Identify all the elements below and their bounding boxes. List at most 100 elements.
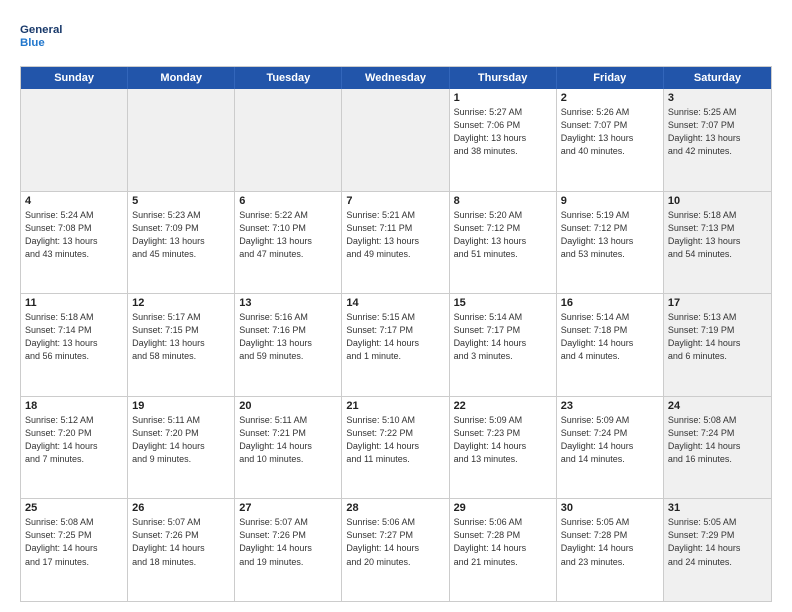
day-info: Sunrise: 5:19 AM Sunset: 7:12 PM Dayligh… [561,209,659,261]
cal-cell-2-6: 9 Sunrise: 5:19 AM Sunset: 7:12 PM Daylig… [557,192,664,294]
day-number: 9 [561,195,659,207]
cal-cell-5-7: 31 Sunrise: 5:05 AM Sunset: 7:29 PM Dayli… [664,499,771,601]
logo: General Blue [20,16,70,56]
cal-cell-1-5: 1 Sunrise: 5:27 AM Sunset: 7:06 PM Daylig… [450,89,557,191]
cal-cell-3-4: 14 Sunrise: 5:15 AM Sunset: 7:17 PM Dayli… [342,294,449,396]
day-info: Sunrise: 5:06 AM Sunset: 7:28 PM Dayligh… [454,516,552,568]
day-number: 21 [346,400,444,412]
day-info: Sunrise: 5:08 AM Sunset: 7:25 PM Dayligh… [25,516,123,568]
cal-cell-2-7: 10 Sunrise: 5:18 AM Sunset: 7:13 PM Dayli… [664,192,771,294]
day-number: 18 [25,400,123,412]
day-number: 6 [239,195,337,207]
cal-cell-1-7: 3 Sunrise: 5:25 AM Sunset: 7:07 PM Daylig… [664,89,771,191]
day-number: 12 [132,297,230,309]
cal-week-1: 1 Sunrise: 5:27 AM Sunset: 7:06 PM Daylig… [21,89,771,192]
day-info: Sunrise: 5:18 AM Sunset: 7:13 PM Dayligh… [668,209,767,261]
cal-cell-3-6: 16 Sunrise: 5:14 AM Sunset: 7:18 PM Dayli… [557,294,664,396]
day-info: Sunrise: 5:15 AM Sunset: 7:17 PM Dayligh… [346,311,444,363]
cal-cell-4-2: 19 Sunrise: 5:11 AM Sunset: 7:20 PM Dayli… [128,397,235,499]
day-info: Sunrise: 5:09 AM Sunset: 7:23 PM Dayligh… [454,414,552,466]
cal-cell-4-4: 21 Sunrise: 5:10 AM Sunset: 7:22 PM Dayli… [342,397,449,499]
calendar: SundayMondayTuesdayWednesdayThursdayFrid… [20,66,772,602]
day-info: Sunrise: 5:09 AM Sunset: 7:24 PM Dayligh… [561,414,659,466]
cal-cell-5-5: 29Sunrise: 5:06 AM Sunset: 7:28 PM Dayli… [450,499,557,601]
cal-cell-3-2: 12 Sunrise: 5:17 AM Sunset: 7:15 PM Dayli… [128,294,235,396]
day-number: 25 [25,502,123,514]
cal-cell-5-1: 25 Sunrise: 5:08 AM Sunset: 7:25 PM Dayli… [21,499,128,601]
day-info: Sunrise: 5:12 AM Sunset: 7:20 PM Dayligh… [25,414,123,466]
logo-svg: General Blue [20,16,70,56]
header: General Blue [20,16,772,56]
day-info: Sunrise: 5:22 AM Sunset: 7:10 PM Dayligh… [239,209,337,261]
day-info: Sunrise: 5:21 AM Sunset: 7:11 PM Dayligh… [346,209,444,261]
day-number: 15 [454,297,552,309]
svg-text:General: General [20,24,62,36]
day-number: 10 [668,195,767,207]
day-number: 28 [346,502,444,514]
cal-cell-5-2: 26Sunrise: 5:07 AM Sunset: 7:26 PM Dayli… [128,499,235,601]
cal-cell-2-5: 8Sunrise: 5:20 AM Sunset: 7:12 PM Daylig… [450,192,557,294]
day-info: Sunrise: 5:18 AM Sunset: 7:14 PM Dayligh… [25,311,123,363]
day-number: 3 [668,92,767,104]
day-info: Sunrise: 5:14 AM Sunset: 7:18 PM Dayligh… [561,311,659,363]
page: General Blue SundayMondayTuesdayWednesda… [0,0,792,612]
cal-cell-1-6: 2Sunrise: 5:26 AM Sunset: 7:07 PM Daylig… [557,89,664,191]
day-info: Sunrise: 5:25 AM Sunset: 7:07 PM Dayligh… [668,106,767,158]
day-number: 31 [668,502,767,514]
cal-header-wednesday: Wednesday [342,67,449,89]
cal-header-friday: Friday [557,67,664,89]
day-number: 4 [25,195,123,207]
day-info: Sunrise: 5:14 AM Sunset: 7:17 PM Dayligh… [454,311,552,363]
day-number: 16 [561,297,659,309]
calendar-header: SundayMondayTuesdayWednesdayThursdayFrid… [21,67,771,89]
day-info: Sunrise: 5:11 AM Sunset: 7:21 PM Dayligh… [239,414,337,466]
day-info: Sunrise: 5:16 AM Sunset: 7:16 PM Dayligh… [239,311,337,363]
cal-week-4: 18 Sunrise: 5:12 AM Sunset: 7:20 PM Dayli… [21,397,771,500]
day-number: 7 [346,195,444,207]
day-info: Sunrise: 5:17 AM Sunset: 7:15 PM Dayligh… [132,311,230,363]
day-info: Sunrise: 5:10 AM Sunset: 7:22 PM Dayligh… [346,414,444,466]
day-number: 23 [561,400,659,412]
day-number: 11 [25,297,123,309]
day-number: 8 [454,195,552,207]
day-info: Sunrise: 5:07 AM Sunset: 7:26 PM Dayligh… [239,516,337,568]
cal-cell-1-4 [342,89,449,191]
day-info: Sunrise: 5:06 AM Sunset: 7:27 PM Dayligh… [346,516,444,568]
cal-header-tuesday: Tuesday [235,67,342,89]
day-number: 17 [668,297,767,309]
cal-week-3: 11 Sunrise: 5:18 AM Sunset: 7:14 PM Dayli… [21,294,771,397]
cal-cell-4-3: 20 Sunrise: 5:11 AM Sunset: 7:21 PM Dayli… [235,397,342,499]
day-info: Sunrise: 5:08 AM Sunset: 7:24 PM Dayligh… [668,414,767,466]
day-number: 5 [132,195,230,207]
day-info: Sunrise: 5:05 AM Sunset: 7:29 PM Dayligh… [668,516,767,568]
cal-cell-1-1 [21,89,128,191]
cal-cell-4-1: 18 Sunrise: 5:12 AM Sunset: 7:20 PM Dayli… [21,397,128,499]
cal-cell-3-7: 17Sunrise: 5:13 AM Sunset: 7:19 PM Dayli… [664,294,771,396]
cal-header-monday: Monday [128,67,235,89]
day-number: 20 [239,400,337,412]
cal-cell-5-3: 27Sunrise: 5:07 AM Sunset: 7:26 PM Dayli… [235,499,342,601]
cal-header-saturday: Saturday [664,67,771,89]
day-info: Sunrise: 5:24 AM Sunset: 7:08 PM Dayligh… [25,209,123,261]
day-number: 13 [239,297,337,309]
cal-cell-4-7: 24 Sunrise: 5:08 AM Sunset: 7:24 PM Dayli… [664,397,771,499]
day-number: 14 [346,297,444,309]
day-info: Sunrise: 5:05 AM Sunset: 7:28 PM Dayligh… [561,516,659,568]
day-info: Sunrise: 5:26 AM Sunset: 7:07 PM Dayligh… [561,106,659,158]
day-number: 30 [561,502,659,514]
cal-header-sunday: Sunday [21,67,128,89]
day-info: Sunrise: 5:27 AM Sunset: 7:06 PM Dayligh… [454,106,552,158]
svg-text:Blue: Blue [20,37,45,49]
day-info: Sunrise: 5:11 AM Sunset: 7:20 PM Dayligh… [132,414,230,466]
cal-week-5: 25 Sunrise: 5:08 AM Sunset: 7:25 PM Dayli… [21,499,771,601]
day-number: 1 [454,92,552,104]
day-number: 19 [132,400,230,412]
cal-cell-1-3 [235,89,342,191]
cal-cell-1-2 [128,89,235,191]
cal-cell-2-2: 5Sunrise: 5:23 AM Sunset: 7:09 PM Daylig… [128,192,235,294]
cal-cell-4-6: 23 Sunrise: 5:09 AM Sunset: 7:24 PM Dayli… [557,397,664,499]
day-number: 26 [132,502,230,514]
cal-cell-3-5: 15 Sunrise: 5:14 AM Sunset: 7:17 PM Dayli… [450,294,557,396]
day-number: 24 [668,400,767,412]
cal-cell-5-4: 28 Sunrise: 5:06 AM Sunset: 7:27 PM Dayli… [342,499,449,601]
